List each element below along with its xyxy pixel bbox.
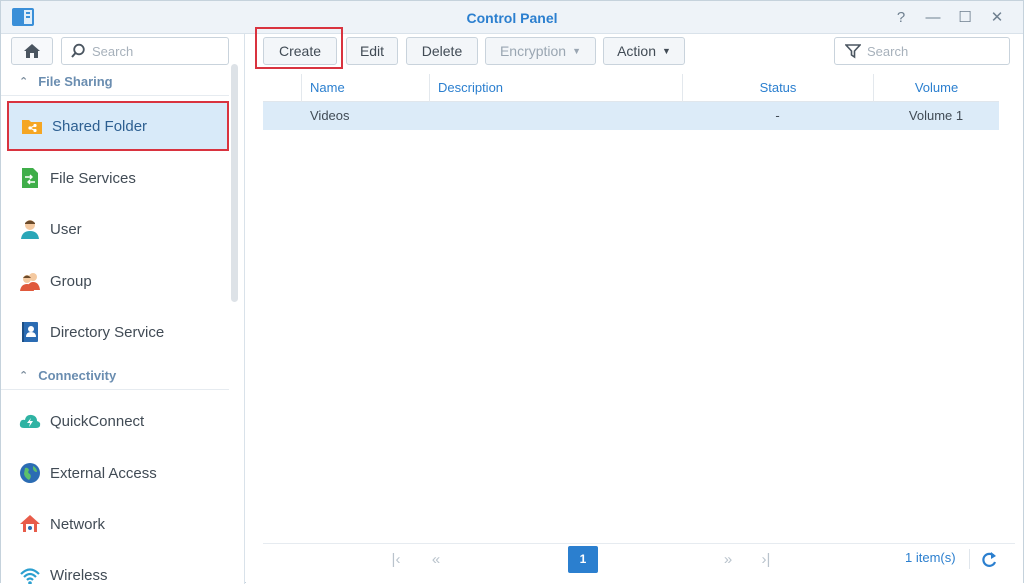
- column-header-description[interactable]: Description: [429, 74, 681, 102]
- next-page-icon[interactable]: »: [718, 548, 738, 572]
- sidebar-item-file-services[interactable]: File Services: [7, 153, 229, 203]
- group-icon: [19, 270, 41, 292]
- sidebar-item-label: Network: [50, 515, 106, 533]
- file-services-icon: [19, 167, 41, 189]
- encryption-dropdown[interactable]: Encryption ▼: [485, 37, 596, 65]
- caret-down-icon: ▼: [662, 46, 671, 56]
- main-panel: Create Edit Delete Encryption ▼ Action ▼…: [246, 27, 1023, 584]
- sidebar-item-label: Directory Service: [50, 323, 165, 341]
- control-panel-window: Control Panel ? — ☐ ✕ ⌃ File Sharing: [0, 0, 1024, 584]
- sidebar-item-group[interactable]: Group: [7, 256, 229, 306]
- shared-folder-icon: [21, 115, 43, 137]
- chevron-up-icon: ⌃: [19, 370, 29, 382]
- sidebar-search-input[interactable]: [92, 43, 222, 59]
- sidebar-item-quickconnect[interactable]: QuickConnect: [7, 396, 229, 446]
- title-bar: Control Panel ? — ☐ ✕: [1, 1, 1023, 34]
- cell-status: -: [775, 108, 780, 123]
- pager-divider: [969, 549, 970, 569]
- sidebar-search-field[interactable]: [61, 37, 229, 65]
- column-header-status[interactable]: Status: [682, 74, 873, 102]
- sidebar-item-external-access[interactable]: External Access: [7, 448, 229, 498]
- window-title: Control Panel: [466, 10, 558, 26]
- wireless-icon: [19, 564, 41, 584]
- maximize-icon[interactable]: ☐: [954, 7, 976, 29]
- section-label: File Sharing: [38, 74, 113, 89]
- section-label: Connectivity: [38, 368, 117, 383]
- home-icon: [24, 44, 40, 58]
- quickconnect-icon: [19, 410, 41, 432]
- user-icon: [19, 218, 41, 240]
- edit-button[interactable]: Edit: [346, 37, 398, 65]
- sidebar-scrollbar[interactable]: [231, 64, 238, 302]
- help-icon[interactable]: ?: [890, 7, 912, 29]
- table-row[interactable]: Videos - Volume 1: [263, 102, 999, 130]
- cell-name: Videos: [310, 108, 350, 123]
- sidebar-item-wireless[interactable]: Wireless: [7, 550, 229, 584]
- column-header-name[interactable]: Name: [301, 74, 433, 102]
- first-page-icon[interactable]: |‹: [386, 548, 406, 572]
- delete-button[interactable]: Delete: [406, 37, 478, 65]
- filter-search-input[interactable]: [867, 43, 997, 59]
- external-access-icon: [19, 462, 41, 484]
- pagination-bar: |‹ « 1 » ›| 1 item(s): [263, 543, 1015, 573]
- close-icon[interactable]: ✕: [986, 7, 1008, 29]
- sidebar-item-label: QuickConnect: [50, 412, 145, 430]
- filter-icon: [845, 44, 861, 59]
- create-button[interactable]: Create: [263, 37, 337, 65]
- home-button[interactable]: [11, 37, 53, 65]
- sidebar-item-label: Shared Folder: [52, 117, 148, 135]
- sidebar-item-network[interactable]: Network: [7, 499, 229, 549]
- section-file-sharing[interactable]: ⌃ File Sharing: [1, 68, 229, 96]
- sidebar-item-label: Wireless: [50, 566, 108, 584]
- filter-search-field[interactable]: [834, 37, 1010, 65]
- action-dropdown[interactable]: Action ▼: [603, 37, 685, 65]
- section-connectivity[interactable]: ⌃ Connectivity: [1, 362, 229, 390]
- directory-service-icon: [19, 321, 41, 343]
- encryption-label: Encryption: [499, 43, 567, 59]
- sidebar-item-label: External Access: [50, 464, 157, 482]
- last-page-icon[interactable]: ›|: [756, 548, 776, 572]
- column-header-volume[interactable]: Volume: [873, 74, 999, 102]
- sidebar-item-label: Group: [50, 272, 92, 290]
- chevron-up-icon: ⌃: [19, 76, 29, 88]
- minimize-icon[interactable]: —: [922, 7, 944, 29]
- network-icon: [19, 513, 41, 535]
- sidebar-item-label: File Services: [50, 169, 136, 187]
- cell-volume: Volume 1: [908, 108, 964, 123]
- action-label: Action: [617, 43, 656, 59]
- cell-description: [437, 102, 677, 130]
- search-icon: [71, 43, 85, 58]
- sidebar: ⌃ File Sharing Shared Folder File Servic…: [1, 34, 245, 584]
- sidebar-item-user[interactable]: User: [7, 204, 229, 254]
- sidebar-item-label: User: [50, 220, 82, 238]
- previous-page-icon[interactable]: «: [426, 548, 446, 572]
- refresh-icon[interactable]: [979, 550, 999, 570]
- item-count: 1 item(s): [905, 550, 956, 565]
- sidebar-item-shared-folder[interactable]: Shared Folder: [7, 101, 229, 151]
- grid-header: Name Description Status Volume: [263, 74, 999, 102]
- sidebar-item-directory-service[interactable]: Directory Service: [7, 307, 229, 357]
- caret-down-icon: ▼: [572, 46, 582, 56]
- current-page-button[interactable]: 1: [568, 546, 598, 573]
